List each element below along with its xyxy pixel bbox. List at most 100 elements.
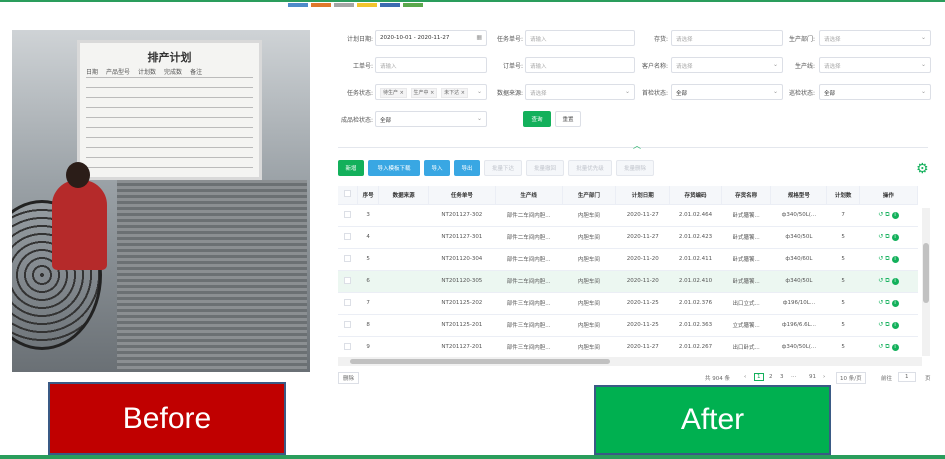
plan-date-input[interactable]: 2020-10-01 - 2020-11-27 ▦: [375, 30, 487, 46]
info-icon[interactable]: i: [891, 278, 899, 285]
column-header[interactable]: 规格型号: [770, 186, 828, 205]
checkbox[interactable]: [344, 254, 352, 262]
import-button[interactable]: 导入: [424, 160, 450, 176]
row-checkbox-cell[interactable]: [338, 204, 358, 227]
undo-icon[interactable]: ↺: [878, 255, 883, 262]
next-page-button[interactable]: ›: [823, 374, 825, 380]
table-row[interactable]: 6 NT201120-305 部件二车间内胆... 内胆车间 2020-11-20 2.0…: [338, 270, 918, 293]
per-page-select[interactable]: 10 条/页: [836, 372, 866, 384]
row-checkbox-cell[interactable]: [338, 248, 358, 271]
vertical-scrollbar[interactable]: [922, 208, 930, 356]
column-header[interactable]: 序号: [357, 186, 380, 205]
status-tag[interactable]: 待生产 ×: [380, 88, 407, 98]
reset-button[interactable]: 重置: [555, 111, 581, 127]
info-icon[interactable]: i: [891, 300, 899, 307]
copy-icon[interactable]: ⧉: [885, 211, 889, 218]
row-checkbox-cell[interactable]: [338, 336, 358, 359]
table-row[interactable]: 5 NT201120-304 部件二车间内胆... 内胆车间 2020-11-20 2.0…: [338, 248, 918, 271]
row-checkbox-cell[interactable]: [338, 226, 358, 249]
row-checkbox-cell[interactable]: [338, 270, 358, 293]
page-91[interactable]: 91: [809, 374, 816, 380]
gear-icon[interactable]: ⚙: [916, 162, 930, 176]
undo-icon[interactable]: ↺: [878, 321, 883, 328]
copy-icon[interactable]: ⧉: [885, 299, 889, 306]
table-row[interactable]: 4 NT201127-301 部件二车间内胆... 内胆车间 2020-11-27 2.0…: [338, 226, 918, 249]
page-ellipsis[interactable]: ···: [791, 374, 796, 380]
column-header[interactable]: 生产部门: [562, 186, 617, 205]
patrol-select[interactable]: 全部 ⌄: [819, 84, 931, 100]
checkbox[interactable]: [344, 276, 352, 284]
column-header[interactable]: 数据来源: [378, 186, 429, 205]
goto-input[interactable]: 1: [898, 372, 916, 382]
status-tag[interactable]: 生产中 ×: [410, 88, 438, 98]
page-1[interactable]: 1: [754, 373, 764, 381]
info-icon[interactable]: i: [891, 344, 899, 351]
finished-check-select[interactable]: 全部 ⌄: [375, 111, 487, 127]
column-header[interactable]: 存货名称: [721, 186, 772, 205]
delete-button[interactable]: 删除: [338, 372, 360, 384]
copy-icon[interactable]: ⧉: [885, 277, 889, 284]
add-button[interactable]: 新增: [338, 160, 364, 176]
table-row[interactable]: 8 NT201125-201 部件三车间内胆... 内胆车间 2020-11-25 2.0…: [338, 314, 918, 337]
copy-icon[interactable]: ⧉: [885, 343, 889, 350]
table-cell: 内胆车间: [562, 292, 616, 315]
checkbox[interactable]: [344, 320, 352, 328]
copy-icon[interactable]: ⧉: [885, 233, 889, 240]
undo-icon[interactable]: ↺: [878, 299, 883, 306]
query-button[interactable]: 查询: [523, 111, 551, 127]
dept-select[interactable]: 请选择 ⌄: [819, 30, 931, 46]
info-icon[interactable]: i: [891, 322, 899, 329]
checkbox[interactable]: [344, 210, 352, 218]
column-header[interactable]: 存货编码: [669, 186, 722, 205]
line-select[interactable]: 请选择 ⌄: [819, 57, 931, 73]
data-source-select[interactable]: 请选择 ⌄: [525, 84, 635, 100]
checkbox[interactable]: [344, 342, 352, 350]
table-row[interactable]: 9 NT201127-201 部件三车间内胆... 内胆车间 2020-11-27 2.0…: [338, 336, 918, 359]
prev-page-button[interactable]: ‹: [744, 374, 746, 380]
task-status-select[interactable]: 待生产 × 生产中 × 未下达 × ⌄: [375, 84, 487, 100]
scroll-thumb[interactable]: [350, 359, 610, 364]
batch-revoke-button[interactable]: 批量撤回: [526, 160, 564, 176]
chevron-up-icon[interactable]: ︿: [633, 140, 641, 151]
stock-input[interactable]: 请选择: [671, 30, 783, 46]
table-row[interactable]: 7 NT201125-202 部件三车间内胆... 内胆车间 2020-11-25 2.0…: [338, 292, 918, 315]
table-row[interactable]: 3 NT201127-302 部件二车间内胆... 内胆车间 2020-11-27 2.0…: [338, 204, 918, 227]
order-no-input[interactable]: 请输入: [525, 57, 635, 73]
column-header[interactable]: 任务单号: [428, 186, 496, 205]
copy-icon[interactable]: ⧉: [885, 255, 889, 262]
info-icon[interactable]: i: [891, 212, 899, 219]
info-icon[interactable]: i: [891, 256, 899, 263]
import-template-button[interactable]: 导入模板下载: [368, 160, 420, 176]
customer-select[interactable]: 请选择 ⌄: [671, 57, 783, 73]
first-check-select[interactable]: 全部 ⌄: [671, 84, 783, 100]
checkbox[interactable]: [343, 190, 351, 198]
undo-icon[interactable]: ↺: [878, 343, 883, 350]
column-header[interactable]: 计划日期: [615, 186, 671, 205]
copy-icon[interactable]: ⧉: [885, 321, 889, 328]
undo-icon[interactable]: ↺: [878, 277, 883, 284]
status-tag[interactable]: 未下达 ×: [441, 88, 468, 98]
task-no-input[interactable]: 请输入: [525, 30, 635, 46]
page-2[interactable]: 2: [769, 374, 773, 380]
batch-priority-button[interactable]: 批量优先级: [568, 160, 612, 176]
info-icon[interactable]: i: [891, 234, 899, 241]
work-no-input[interactable]: 请输入: [375, 57, 487, 73]
undo-icon[interactable]: ↺: [878, 211, 883, 218]
page-3[interactable]: 3: [780, 374, 784, 380]
scroll-thumb[interactable]: [923, 243, 929, 303]
undo-icon[interactable]: ↺: [878, 233, 883, 240]
row-checkbox-cell[interactable]: [338, 314, 358, 337]
select-all-header[interactable]: [338, 186, 358, 205]
row-checkbox-cell[interactable]: [338, 292, 358, 315]
batch-delete-button[interactable]: 批量删除: [616, 160, 654, 176]
table-cell: 部件三车间内胆...: [495, 336, 563, 359]
checkbox[interactable]: [344, 298, 352, 306]
chevron-down-icon: ⌄: [920, 88, 926, 95]
batch-issue-button[interactable]: 批量下达: [484, 160, 522, 176]
checkbox[interactable]: [344, 232, 352, 240]
finished-check-value: 全部: [380, 118, 392, 124]
column-header[interactable]: 计划数: [826, 186, 860, 205]
column-header[interactable]: 生产线: [495, 186, 563, 205]
export-button[interactable]: 导出: [454, 160, 480, 176]
horizontal-scrollbar[interactable]: [338, 357, 922, 366]
